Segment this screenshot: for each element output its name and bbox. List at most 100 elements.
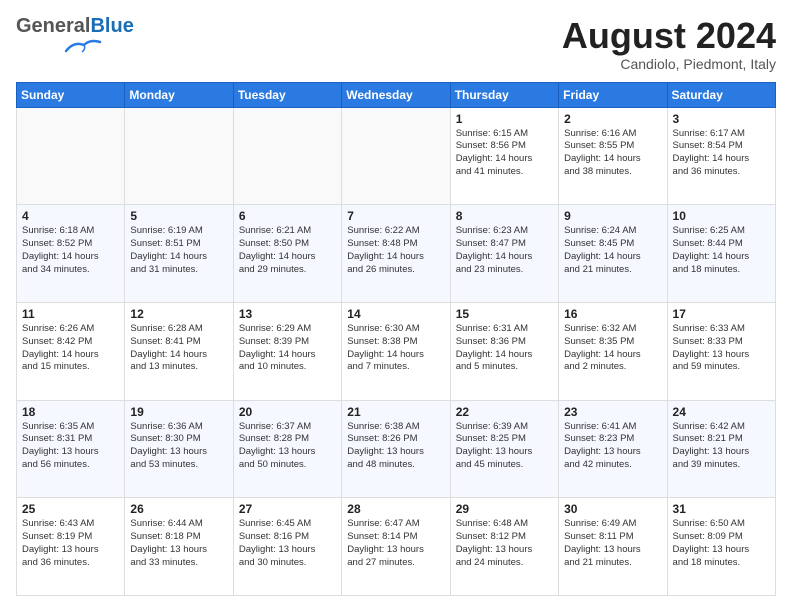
table-row: 4 Sunrise: 6:18 AM Sunset: 8:52 PM Daylig… xyxy=(17,205,125,303)
table-row: 26 Sunrise: 6:44 AM Sunset: 8:18 PM Dayli… xyxy=(125,498,233,596)
table-row xyxy=(342,107,450,205)
day-number: 2 xyxy=(564,112,661,126)
calendar-week-5: 25Sunrise: 6:43 AM Sunset: 8:19 PM Dayli… xyxy=(17,498,776,596)
day-number: 26 xyxy=(130,502,227,516)
day-number: 5 xyxy=(130,209,227,223)
table-row: 31 Sunrise: 6:50 AM Sunset: 8:09 PM Dayli… xyxy=(667,498,775,596)
table-row: 25Sunrise: 6:43 AM Sunset: 8:19 PM Dayli… xyxy=(17,498,125,596)
day-info: Sunrise: 6:17 AM Sunset: 8:54 PM Dayligh… xyxy=(673,128,770,179)
table-row: 18 Sunrise: 6:35 AM Sunset: 8:31 PM Dayli… xyxy=(17,400,125,498)
day-info: Sunrise: 6:21 AM Sunset: 8:50 PM Dayligh… xyxy=(239,225,336,276)
day-info: Sunrise: 6:41 AM Sunset: 8:23 PM Dayligh… xyxy=(564,421,661,472)
table-row: 9 Sunrise: 6:24 AM Sunset: 8:45 PM Daylig… xyxy=(559,205,667,303)
day-number: 18 xyxy=(22,405,119,419)
day-number: 30 xyxy=(564,502,661,516)
day-info: Sunrise: 6:36 AM Sunset: 8:30 PM Dayligh… xyxy=(130,421,227,472)
location-subtitle: Candiolo, Piedmont, Italy xyxy=(562,56,776,72)
calendar-table: Sunday Monday Tuesday Wednesday Thursday… xyxy=(16,82,776,596)
day-info: Sunrise: 6:37 AM Sunset: 8:28 PM Dayligh… xyxy=(239,421,336,472)
day-info: Sunrise: 6:22 AM Sunset: 8:48 PM Dayligh… xyxy=(347,225,444,276)
table-row: 23 Sunrise: 6:41 AM Sunset: 8:23 PM Dayli… xyxy=(559,400,667,498)
day-info: Sunrise: 6:30 AM Sunset: 8:38 PM Dayligh… xyxy=(347,323,444,374)
day-number: 31 xyxy=(673,502,770,516)
day-number: 16 xyxy=(564,307,661,321)
calendar-week-2: 4 Sunrise: 6:18 AM Sunset: 8:52 PM Daylig… xyxy=(17,205,776,303)
table-row: 22Sunrise: 6:39 AM Sunset: 8:25 PM Dayli… xyxy=(450,400,558,498)
day-info: Sunrise: 6:31 AM Sunset: 8:36 PM Dayligh… xyxy=(456,323,553,374)
day-number: 19 xyxy=(130,405,227,419)
day-number: 1 xyxy=(456,112,553,126)
day-number: 28 xyxy=(347,502,444,516)
day-number: 11 xyxy=(22,307,119,321)
table-row: 29 Sunrise: 6:48 AM Sunset: 8:12 PM Dayli… xyxy=(450,498,558,596)
day-number: 20 xyxy=(239,405,336,419)
day-number: 15 xyxy=(456,307,553,321)
day-info: Sunrise: 6:35 AM Sunset: 8:31 PM Dayligh… xyxy=(22,421,119,472)
day-number: 4 xyxy=(22,209,119,223)
table-row xyxy=(17,107,125,205)
table-row: 10Sunrise: 6:25 AM Sunset: 8:44 PM Dayli… xyxy=(667,205,775,303)
col-monday: Monday xyxy=(125,82,233,107)
day-info: Sunrise: 6:29 AM Sunset: 8:39 PM Dayligh… xyxy=(239,323,336,374)
day-info: Sunrise: 6:26 AM Sunset: 8:42 PM Dayligh… xyxy=(22,323,119,374)
logo-blue: Blue xyxy=(90,15,133,37)
day-number: 22 xyxy=(456,405,553,419)
logo-bird-icon xyxy=(64,37,102,55)
day-info: Sunrise: 6:32 AM Sunset: 8:35 PM Dayligh… xyxy=(564,323,661,374)
day-number: 8 xyxy=(456,209,553,223)
logo-general: General xyxy=(16,15,90,37)
table-row: 27 Sunrise: 6:45 AM Sunset: 8:16 PM Dayli… xyxy=(233,498,341,596)
table-row: 3 Sunrise: 6:17 AM Sunset: 8:54 PM Daylig… xyxy=(667,107,775,205)
day-number: 14 xyxy=(347,307,444,321)
col-thursday: Thursday xyxy=(450,82,558,107)
table-row: 1Sunrise: 6:15 AM Sunset: 8:56 PM Daylig… xyxy=(450,107,558,205)
day-info: Sunrise: 6:48 AM Sunset: 8:12 PM Dayligh… xyxy=(456,518,553,569)
day-info: Sunrise: 6:44 AM Sunset: 8:18 PM Dayligh… xyxy=(130,518,227,569)
day-info: Sunrise: 6:45 AM Sunset: 8:16 PM Dayligh… xyxy=(239,518,336,569)
col-friday: Friday xyxy=(559,82,667,107)
table-row: 20 Sunrise: 6:37 AM Sunset: 8:28 PM Dayli… xyxy=(233,400,341,498)
day-info: Sunrise: 6:16 AM Sunset: 8:55 PM Dayligh… xyxy=(564,128,661,179)
table-row xyxy=(125,107,233,205)
day-info: Sunrise: 6:28 AM Sunset: 8:41 PM Dayligh… xyxy=(130,323,227,374)
table-row: 14 Sunrise: 6:30 AM Sunset: 8:38 PM Dayli… xyxy=(342,302,450,400)
table-row: 11 Sunrise: 6:26 AM Sunset: 8:42 PM Dayli… xyxy=(17,302,125,400)
calendar-week-3: 11 Sunrise: 6:26 AM Sunset: 8:42 PM Dayli… xyxy=(17,302,776,400)
day-number: 12 xyxy=(130,307,227,321)
table-row: 24 Sunrise: 6:42 AM Sunset: 8:21 PM Dayli… xyxy=(667,400,775,498)
logo: GeneralBlue xyxy=(16,16,134,60)
day-info: Sunrise: 6:19 AM Sunset: 8:51 PM Dayligh… xyxy=(130,225,227,276)
day-number: 17 xyxy=(673,307,770,321)
calendar-week-4: 18 Sunrise: 6:35 AM Sunset: 8:31 PM Dayli… xyxy=(17,400,776,498)
day-info: Sunrise: 6:50 AM Sunset: 8:09 PM Dayligh… xyxy=(673,518,770,569)
table-row: 8Sunrise: 6:23 AM Sunset: 8:47 PM Daylig… xyxy=(450,205,558,303)
table-row: 30 Sunrise: 6:49 AM Sunset: 8:11 PM Dayli… xyxy=(559,498,667,596)
day-info: Sunrise: 6:47 AM Sunset: 8:14 PM Dayligh… xyxy=(347,518,444,569)
day-info: Sunrise: 6:38 AM Sunset: 8:26 PM Dayligh… xyxy=(347,421,444,472)
day-info: Sunrise: 6:42 AM Sunset: 8:21 PM Dayligh… xyxy=(673,421,770,472)
day-number: 13 xyxy=(239,307,336,321)
day-number: 9 xyxy=(564,209,661,223)
day-info: Sunrise: 6:24 AM Sunset: 8:45 PM Dayligh… xyxy=(564,225,661,276)
day-number: 29 xyxy=(456,502,553,516)
header: GeneralBlue August 2024 Candiolo, Piedmo… xyxy=(16,16,776,72)
table-row: 21Sunrise: 6:38 AM Sunset: 8:26 PM Dayli… xyxy=(342,400,450,498)
table-row xyxy=(233,107,341,205)
day-number: 23 xyxy=(564,405,661,419)
calendar-week-1: 1Sunrise: 6:15 AM Sunset: 8:56 PM Daylig… xyxy=(17,107,776,205)
day-info: Sunrise: 6:18 AM Sunset: 8:52 PM Dayligh… xyxy=(22,225,119,276)
table-row: 7 Sunrise: 6:22 AM Sunset: 8:48 PM Daylig… xyxy=(342,205,450,303)
day-number: 3 xyxy=(673,112,770,126)
col-saturday: Saturday xyxy=(667,82,775,107)
logo-text: GeneralBlue xyxy=(16,16,134,36)
day-info: Sunrise: 6:33 AM Sunset: 8:33 PM Dayligh… xyxy=(673,323,770,374)
day-number: 24 xyxy=(673,405,770,419)
day-info: Sunrise: 6:49 AM Sunset: 8:11 PM Dayligh… xyxy=(564,518,661,569)
calendar-header-row: Sunday Monday Tuesday Wednesday Thursday… xyxy=(17,82,776,107)
table-row: 28 Sunrise: 6:47 AM Sunset: 8:14 PM Dayli… xyxy=(342,498,450,596)
day-number: 27 xyxy=(239,502,336,516)
table-row: 19 Sunrise: 6:36 AM Sunset: 8:30 PM Dayli… xyxy=(125,400,233,498)
table-row: 15 Sunrise: 6:31 AM Sunset: 8:36 PM Dayli… xyxy=(450,302,558,400)
col-sunday: Sunday xyxy=(17,82,125,107)
day-number: 7 xyxy=(347,209,444,223)
